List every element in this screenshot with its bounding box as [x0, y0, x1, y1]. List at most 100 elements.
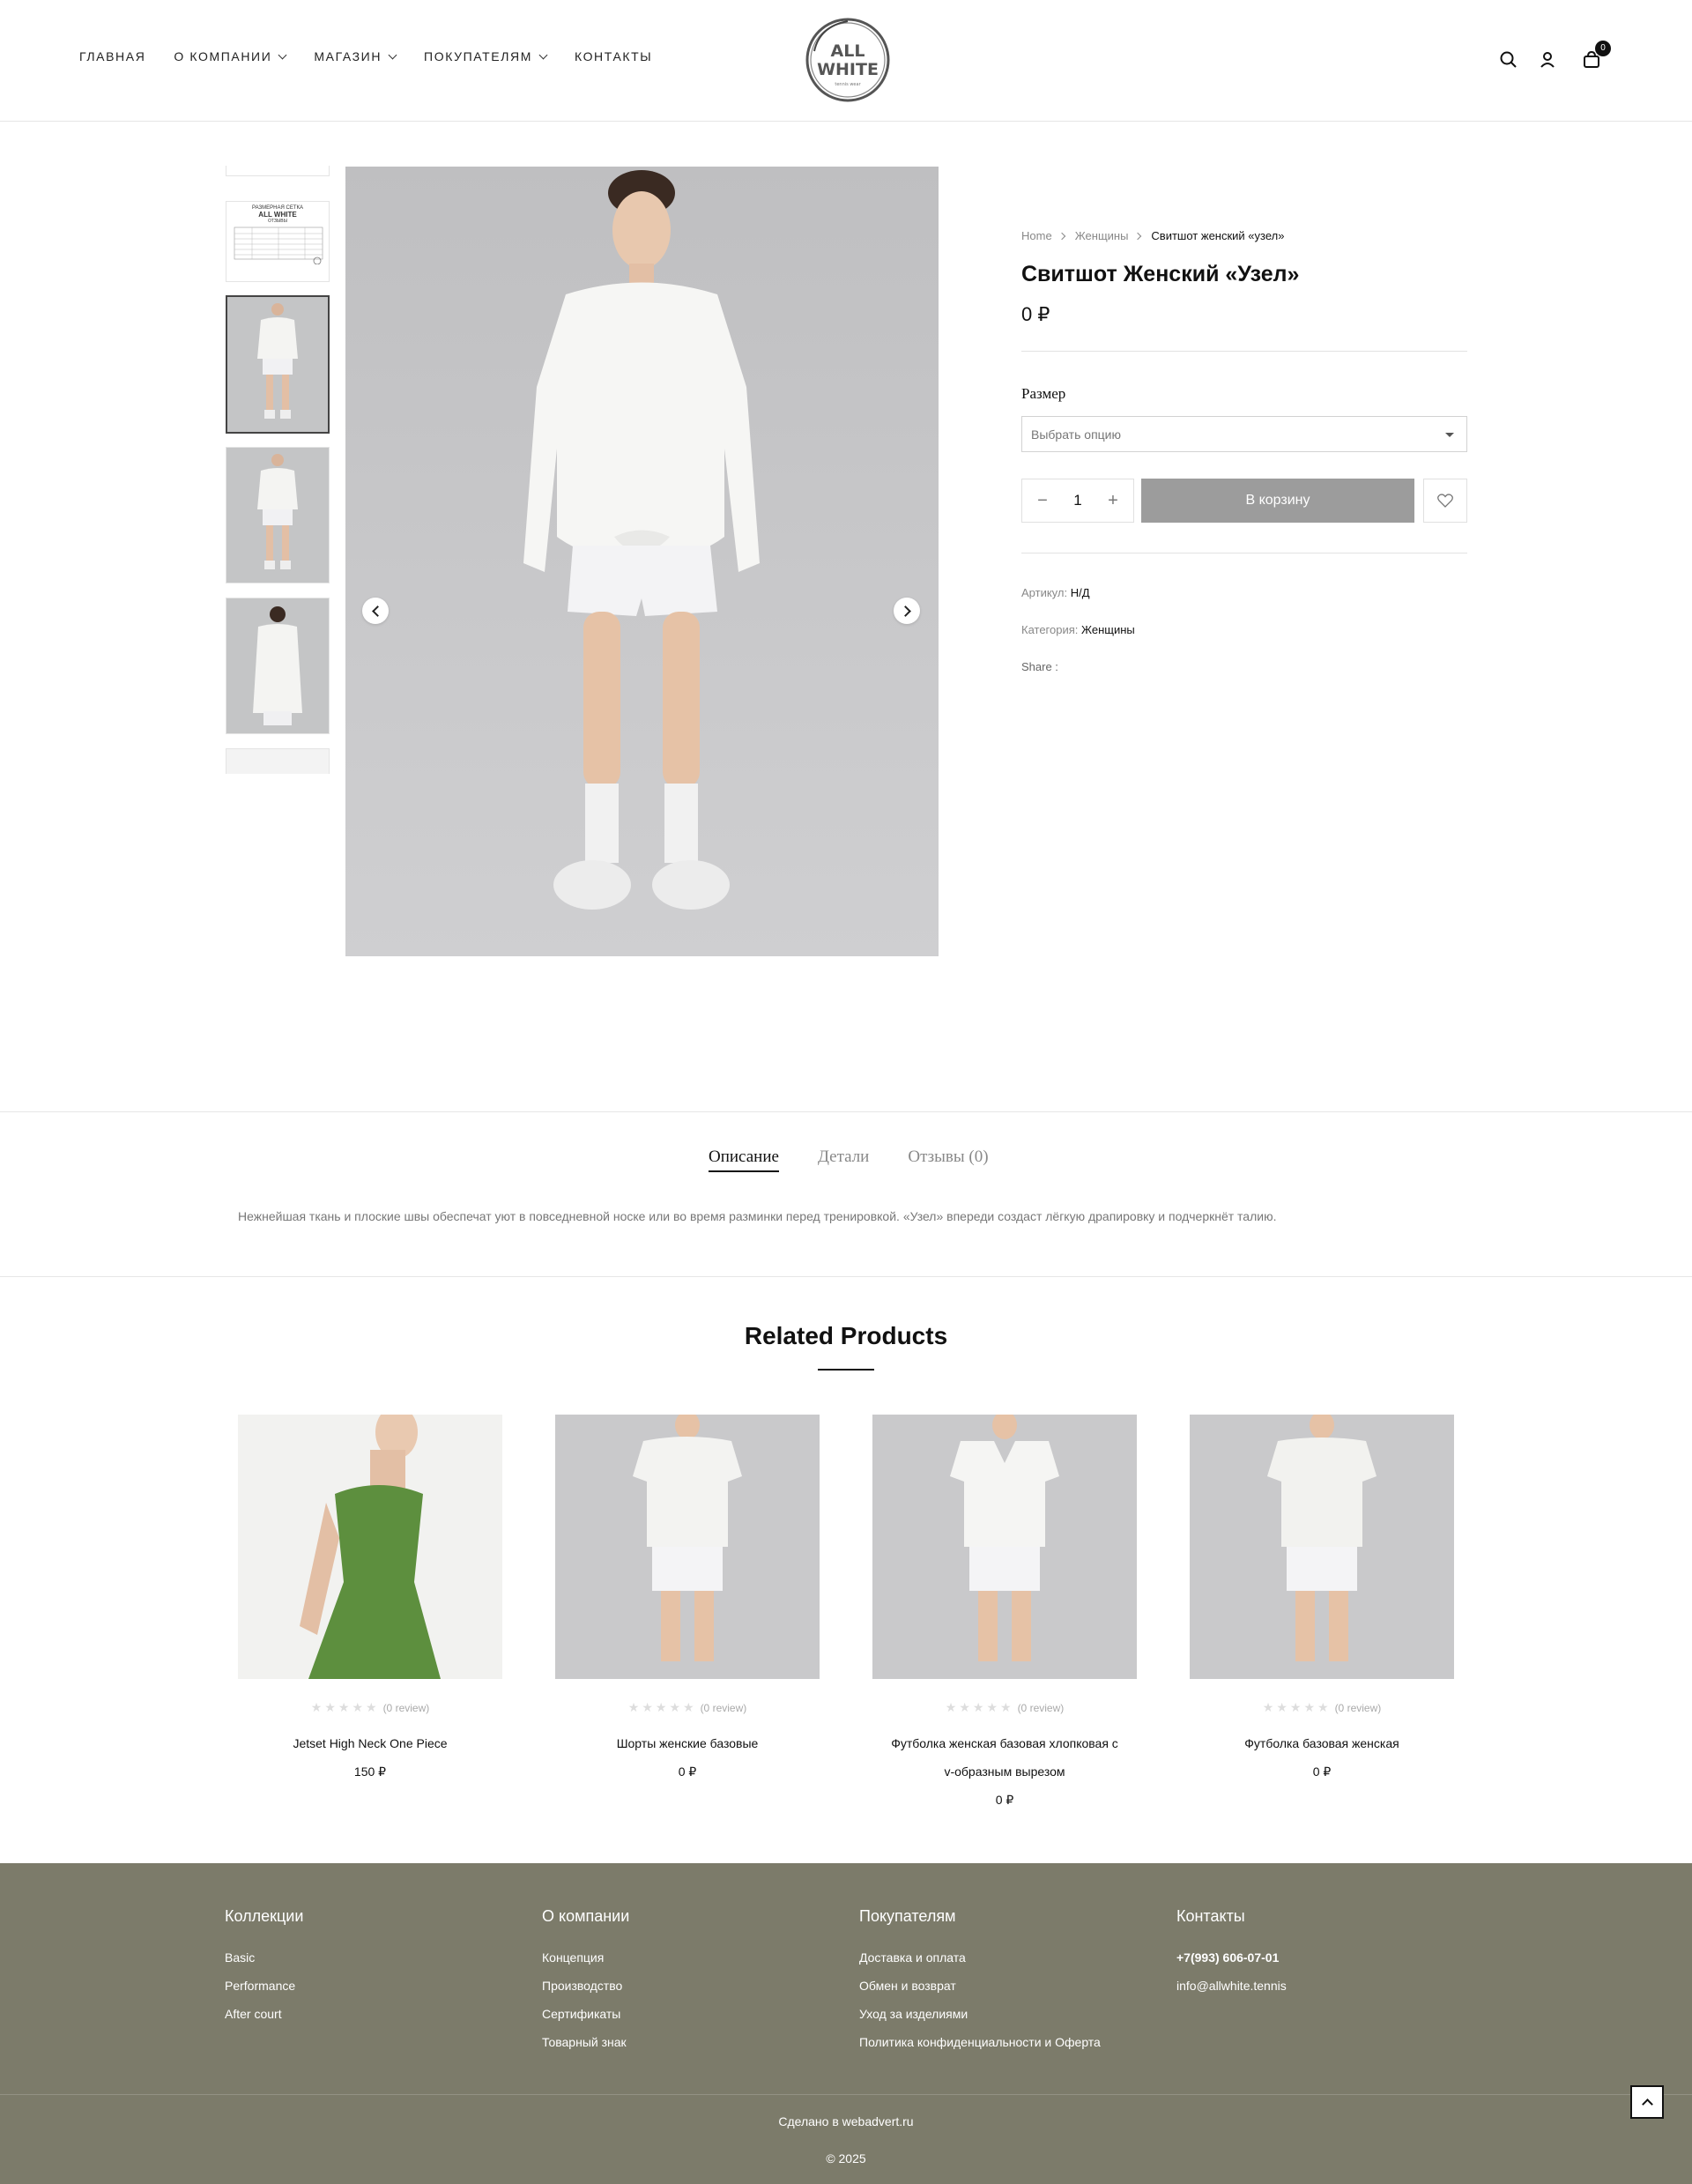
footer-link[interactable]: Basic	[225, 1950, 303, 1979]
made-by-text[interactable]: Сделано в webadvert.ru	[0, 2114, 1692, 2128]
product-image[interactable]	[238, 1415, 502, 1679]
star-icon: ★	[986, 1700, 998, 1714]
add-to-cart-button[interactable]: В корзину	[1141, 479, 1414, 523]
rating: ★ ★ ★ ★ ★ (0 review)	[555, 1700, 820, 1715]
model-figure	[950, 1415, 1059, 1661]
quantity-value[interactable]: 1	[1073, 492, 1081, 509]
thumbnail-partial-bottom[interactable]	[226, 748, 330, 774]
footer-link[interactable]: Концепция	[542, 1950, 629, 1979]
star-icon: ★	[642, 1700, 653, 1714]
star-icon: ★	[310, 1700, 323, 1714]
thumbnail-front[interactable]	[226, 295, 330, 434]
category-row: Категория: Женщины	[1021, 612, 1467, 649]
size-label: Размер	[1021, 385, 1066, 402]
slider-prev-button[interactable]	[362, 598, 389, 624]
chevron-down-icon	[278, 50, 287, 59]
footer-divider	[0, 2094, 1692, 2095]
tab-description[interactable]: Описание	[709, 1148, 779, 1172]
chevron-down-icon	[538, 50, 548, 59]
star-icon: ★	[627, 1700, 640, 1714]
tab-reviews[interactable]: Отзывы (0)	[908, 1148, 988, 1172]
thumbnail-front-2[interactable]	[226, 447, 330, 583]
size-table-graphic	[234, 227, 323, 265]
product-price: 0 ₽	[1312, 1764, 1332, 1779]
footer-link[interactable]: Уход за изделиями	[859, 2007, 1101, 2035]
footer-link[interactable]: After court	[225, 2007, 303, 2035]
product-card[interactable]: ★ ★ ★ ★ ★ (0 review) Шорты женские базовые 0…	[555, 1415, 820, 1779]
thumbnail-partial-top[interactable]	[226, 166, 330, 176]
product-image[interactable]	[555, 1415, 820, 1679]
thumbnail-size-chart[interactable]: РАЗМЕРНАЯ СЕТКА ALL WHITE ОТЗЫВЫ	[226, 201, 330, 282]
brand-logo[interactable]: ALL WHITE tennis wear	[802, 16, 894, 104]
search-icon[interactable]	[1498, 49, 1519, 71]
footer-link[interactable]: Сертификаты	[542, 2007, 629, 2035]
product-card[interactable]: ★ ★ ★ ★ ★ (0 review) Футболка женская базова…	[872, 1415, 1137, 1808]
wishlist-button[interactable]	[1423, 479, 1467, 523]
main-product-image[interactable]	[345, 167, 939, 956]
footer-link[interactable]: Производство	[542, 1979, 629, 2007]
user-icon[interactable]	[1537, 49, 1558, 71]
star-icon: ★	[1289, 1700, 1302, 1714]
thumbnail-strip: РАЗМЕРНАЯ СЕТКА ALL WHITE ОТЗЫВЫ	[226, 166, 331, 774]
breadcrumb-home[interactable]: Home	[1021, 229, 1052, 242]
footer-col-title: О компании	[542, 1907, 630, 1925]
logo-tagline: tennis wear	[835, 82, 861, 87]
related-title: Related Products	[744, 1322, 948, 1349]
size-select-value: Выбрать опцию	[1031, 427, 1121, 442]
footer-phone[interactable]: +7(993) 606-07-01	[1176, 1950, 1287, 1979]
product-name[interactable]: Jetset High Neck One Piece	[238, 1729, 502, 1757]
star-icon: ★	[366, 1700, 377, 1714]
product-name[interactable]: Футболка базовая женская	[1190, 1729, 1454, 1757]
product-name[interactable]: Футболка женская базовая хлопковая с v-о…	[872, 1729, 1137, 1786]
product-image[interactable]	[872, 1415, 1137, 1679]
cart-icon[interactable]: 0	[1581, 41, 1611, 71]
nav-item-company[interactable]: О КОМПАНИИ	[174, 49, 287, 63]
star-icon: ★	[655, 1700, 667, 1714]
site-header: ГЛАВНАЯ О КОМПАНИИ МАГАЗИН ПОКУПАТЕЛЯМ К…	[0, 0, 1692, 122]
chevron-right-icon	[1058, 232, 1065, 240]
breadcrumb-current: Свитшот женский «узел»	[1151, 229, 1285, 242]
rating: ★ ★ ★ ★ ★ (0 review)	[1190, 1700, 1454, 1715]
review-count: (0 review)	[1017, 1701, 1065, 1714]
footer-col-title: Контакты	[1176, 1907, 1245, 1925]
rating: ★ ★ ★ ★ ★ (0 review)	[872, 1700, 1137, 1715]
product-name[interactable]: Шорты женские базовые	[555, 1729, 820, 1757]
breadcrumb: Home Женщины Свитшот женский «узел»	[1021, 229, 1467, 242]
model-figure	[253, 606, 302, 725]
nav-item-customers[interactable]: ПОКУПАТЕЛЯМ	[424, 49, 548, 63]
divider	[1021, 351, 1467, 352]
logo-line2: WHITE	[817, 60, 879, 79]
tab-details[interactable]: Детали	[818, 1148, 869, 1172]
footer-email[interactable]: info@allwhite.tennis	[1176, 1979, 1287, 2007]
quantity-stepper: − 1 +	[1021, 479, 1134, 523]
footer-link[interactable]: Политика конфиденциальности и Оферта	[859, 2035, 1101, 2063]
product-card[interactable]: ★ ★ ★ ★ ★ (0 review) Футболка базовая женска…	[1190, 1415, 1454, 1779]
product-title: Свитшот Женский «Узел»	[1021, 262, 1300, 286]
back-to-top-button[interactable]	[1630, 2085, 1664, 2119]
footer-link[interactable]: Товарный знак	[542, 2035, 629, 2063]
product-tabs: Описание Детали Отзывы (0) Нежнейшая тка…	[0, 1111, 1692, 1277]
nav-label: ГЛАВНАЯ	[79, 49, 146, 63]
footer-link[interactable]: Обмен и возврат	[859, 1979, 1101, 2007]
size-select[interactable]: Выбрать опцию	[1021, 416, 1467, 452]
slider-next-button[interactable]	[894, 598, 920, 624]
rating: ★ ★ ★ ★ ★ (0 review)	[238, 1700, 502, 1715]
nav-item-shop[interactable]: МАГАЗИН	[314, 49, 397, 63]
footer-link[interactable]: Доставка и оплата	[859, 1950, 1101, 1979]
footer-link[interactable]: Performance	[225, 1979, 303, 2007]
product-card[interactable]: ★ ★ ★ ★ ★ (0 review) Jetset High Neck One Pi…	[238, 1415, 502, 1779]
nav-item-contacts[interactable]: КОНТАКТЫ	[575, 49, 652, 63]
thumbnail-back[interactable]	[226, 598, 330, 734]
footer-col-collections: Коллекции Basic Performance After court	[225, 1907, 303, 2035]
nav-item-home[interactable]: ГЛАВНАЯ	[79, 49, 145, 63]
star-icon: ★	[1000, 1700, 1012, 1714]
caret-down-icon	[1445, 433, 1454, 437]
model-figure	[523, 170, 760, 910]
product-image[interactable]	[1190, 1415, 1454, 1679]
plus-icon[interactable]: +	[1105, 491, 1121, 511]
star-icon: ★	[945, 1700, 957, 1714]
cart-count-badge: 0	[1595, 41, 1611, 56]
category-link[interactable]: Женщины	[1081, 623, 1135, 636]
breadcrumb-category[interactable]: Женщины	[1075, 229, 1129, 242]
minus-icon[interactable]: −	[1035, 491, 1050, 511]
